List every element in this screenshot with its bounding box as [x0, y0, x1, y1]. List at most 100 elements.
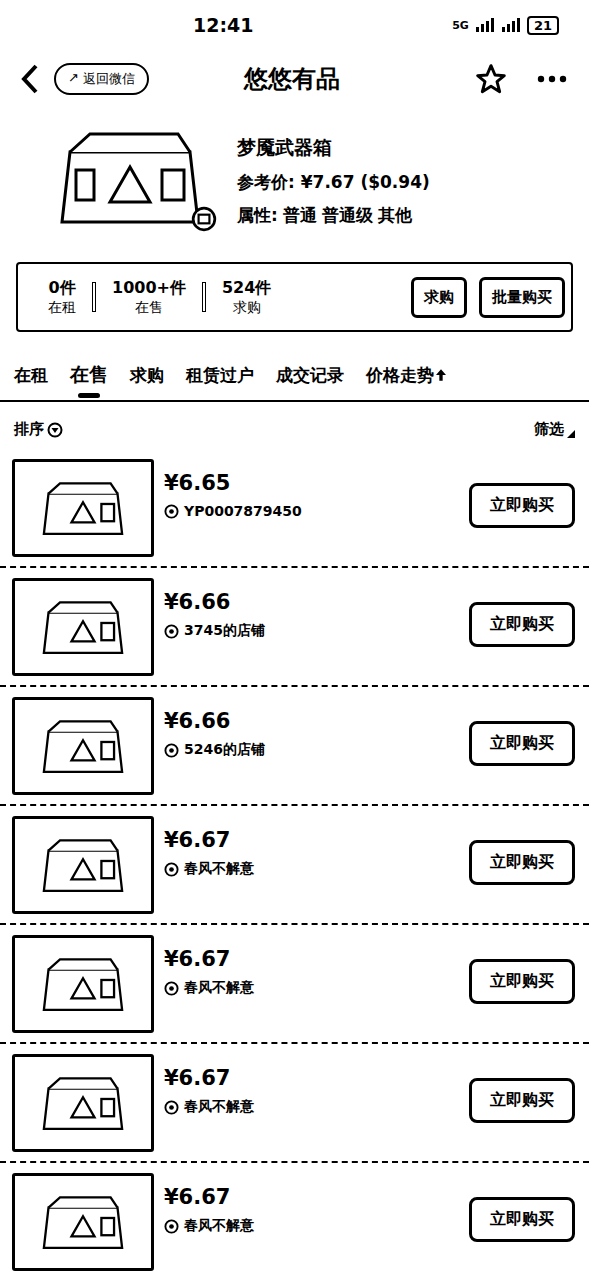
action-button[interactable]: 批量购买: [479, 277, 565, 318]
tab[interactable]: 在租: [14, 362, 48, 388]
seller-icon: [164, 624, 179, 639]
stats-box: 0件在租1000+件在售524件求购求购批量购买: [16, 262, 573, 332]
listing-info: ¥6.67春风不解意: [164, 935, 469, 997]
stat-separator: [92, 282, 96, 312]
stat-item[interactable]: 1000+件在售: [102, 278, 196, 317]
crate-icon: [37, 476, 129, 540]
listing-seller[interactable]: YP0007879450: [164, 503, 469, 519]
attribute-tag: 普通级: [322, 205, 373, 225]
status-icons: 5G 21: [452, 16, 559, 35]
listing-thumbnail: [12, 1173, 154, 1271]
listing-price: ¥6.67: [164, 828, 469, 852]
pill-label: 返回微信: [83, 70, 135, 88]
listing-price: ¥6.65: [164, 471, 469, 495]
stat-item[interactable]: 524件求购: [212, 278, 281, 317]
buy-button[interactable]: 立即购买: [469, 959, 575, 1004]
crate-icon: [37, 952, 129, 1016]
listing-list: ¥6.65YP0007879450立即购买¥6.663745的店铺立即购买¥6.…: [0, 449, 589, 1280]
listing-thumbnail: [12, 1054, 154, 1152]
listing-price: ¥6.66: [164, 709, 469, 733]
listing-seller[interactable]: 5246的店铺: [164, 741, 469, 759]
trend-icon: [436, 369, 446, 381]
buy-button[interactable]: 立即购买: [469, 602, 575, 647]
stat-value: 524件: [222, 278, 271, 299]
listing-seller[interactable]: 春风不解意: [164, 1217, 469, 1235]
listing-seller[interactable]: 春风不解意: [164, 979, 469, 997]
network-label: 5G: [452, 19, 469, 32]
listing-row[interactable]: ¥6.67 春风不解意立即购买: [0, 1163, 589, 1280]
attribute-tag: 其他: [378, 205, 412, 225]
seller-icon: [164, 1219, 179, 1234]
listing-seller[interactable]: 3745的店铺: [164, 622, 469, 640]
stat-value: 0件: [48, 278, 76, 299]
buy-button[interactable]: 立即购买: [469, 840, 575, 885]
product-text: 梦魇武器箱参考价: ¥7.67 ($0.94)属性:普通普通级其他: [237, 135, 430, 227]
sort-bar: 排序 筛选: [0, 402, 589, 449]
tab[interactable]: 在售: [70, 362, 108, 388]
seller-icon: [164, 1100, 179, 1115]
page: 12:41 5G 21 ↗返回微信悠悠有品梦魇武器箱参考价: ¥7.67 ($0.94…: [0, 0, 589, 1280]
listing-row[interactable]: ¥6.67 春风不解意立即购买: [0, 1044, 589, 1163]
stat-item[interactable]: 0件在租: [38, 278, 86, 317]
buy-button[interactable]: 立即购买: [469, 1078, 575, 1123]
tab[interactable]: 价格走势: [366, 362, 446, 388]
sort-button[interactable]: 排序: [14, 420, 63, 439]
listing-info: ¥6.67 春风不解意: [164, 1054, 469, 1116]
action-button[interactable]: 求购: [411, 277, 467, 318]
tab[interactable]: 租赁过户: [186, 362, 254, 388]
buy-button[interactable]: 立即购买: [469, 1197, 575, 1242]
page-title: 悠悠有品: [149, 63, 475, 95]
tab-underline: [78, 393, 100, 398]
crate-icon: [37, 1190, 129, 1254]
listing-info: ¥6.65 YP0007879450: [164, 459, 469, 519]
stat-separator: [202, 282, 206, 312]
back-icon[interactable]: [20, 63, 40, 95]
listing-row[interactable]: ¥6.67 春风不解意立即购买: [0, 806, 589, 925]
listing-seller[interactable]: 春风不解意: [164, 1098, 469, 1116]
return-pill[interactable]: ↗返回微信: [54, 63, 149, 95]
status-bar: 12:41 5G 21: [0, 0, 589, 50]
listing-row[interactable]: ¥6.66 5246的店铺立即购买: [0, 687, 589, 806]
tab[interactable]: 成交记录: [276, 362, 344, 388]
star-icon[interactable]: [475, 63, 507, 95]
dropdown-icon: [47, 422, 63, 438]
stat-label: 在售: [112, 299, 186, 317]
filter-button[interactable]: 筛选: [534, 420, 575, 439]
product-info: 梦魇武器箱参考价: ¥7.67 ($0.94)属性:普通普通级其他: [0, 108, 589, 254]
attributes: 属性:普通普通级其他: [237, 204, 430, 227]
crate-icon: [37, 833, 129, 897]
seller-icon: [164, 504, 179, 519]
listing-info: ¥6.67 春风不解意: [164, 1173, 469, 1235]
listing-price: ¥6.66: [164, 590, 469, 614]
attribute-tag: 普通: [283, 205, 317, 225]
listing-info: ¥6.66 3745的店铺: [164, 578, 469, 640]
listing-row[interactable]: ¥6.65 YP0007879450立即购买: [0, 449, 589, 568]
listing-info: ¥6.67 春风不解意: [164, 816, 469, 878]
badge-icon: [191, 206, 217, 232]
buy-button[interactable]: 立即购买: [469, 483, 575, 528]
status-time: 12:41: [193, 14, 253, 36]
tab-bar: 在租在售求购租赁过户成交记录价格走势: [0, 362, 589, 402]
signal-icon: [501, 18, 521, 32]
crate-icon: [37, 1071, 129, 1135]
battery-level: 21: [527, 16, 559, 35]
listing-price: ¥6.67: [164, 1066, 469, 1090]
seller-icon: [164, 743, 179, 758]
crate-icon: [37, 595, 129, 659]
header: ↗返回微信悠悠有品: [0, 50, 589, 108]
listing-price: ¥6.67: [164, 1185, 469, 1209]
more-icon[interactable]: [537, 75, 567, 83]
seller-icon: [164, 981, 179, 996]
product-name: 梦魇武器箱: [237, 135, 430, 161]
listing-row[interactable]: ¥6.67春风不解意立即购买: [0, 925, 589, 1044]
corner-icon: [567, 430, 575, 438]
tab[interactable]: 求购: [130, 362, 164, 388]
seller-icon: [164, 862, 179, 877]
listing-seller[interactable]: 春风不解意: [164, 860, 469, 878]
signal-icon: [475, 18, 495, 32]
listing-row[interactable]: ¥6.66 3745的店铺立即购买: [0, 568, 589, 687]
stat-label: 求购: [222, 299, 271, 317]
product-image: [50, 122, 215, 240]
buy-button[interactable]: 立即购买: [469, 721, 575, 766]
action-buttons: 求购批量购买: [411, 277, 565, 318]
